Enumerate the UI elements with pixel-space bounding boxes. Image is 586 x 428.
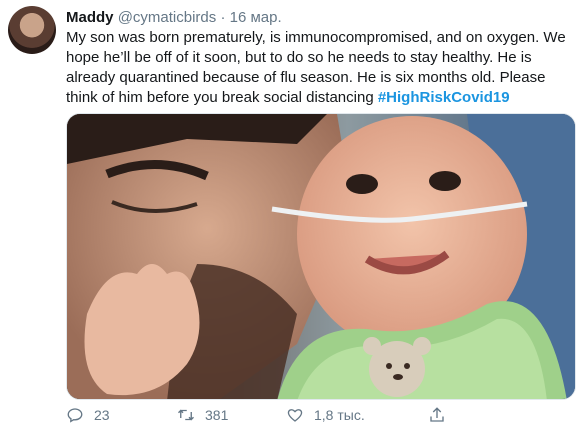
avatar[interactable] <box>8 6 56 54</box>
share-button[interactable] <box>428 405 468 425</box>
share-icon <box>430 407 444 422</box>
reply-count: 23 <box>94 407 110 423</box>
like-icon <box>287 409 303 422</box>
tweet-date[interactable]: 16 мар. <box>230 9 282 26</box>
hashtag-link[interactable]: #HighRiskCovid19 <box>378 89 510 106</box>
retweet-count: 381 <box>205 407 229 423</box>
tweet-text: My son was born prematurely, is immunoco… <box>66 28 576 108</box>
tweet-header: Maddy @cymaticbirds · 16 мар. <box>66 8 282 28</box>
retweet-button[interactable]: 381 <box>177 405 286 425</box>
retweet-icon <box>178 409 194 421</box>
tweet: Maddy @cymaticbirds · 16 мар. My son was… <box>0 0 586 428</box>
tweet-actions: 23 381 1,8 тыс. <box>66 405 506 425</box>
like-button[interactable]: 1,8 тыс. <box>286 405 428 425</box>
author-handle[interactable]: @cymaticbirds <box>118 9 217 26</box>
reply-icon <box>67 408 83 423</box>
photo-illustration <box>67 114 575 399</box>
like-count: 1,8 тыс. <box>314 407 365 423</box>
tweet-photo[interactable] <box>66 113 576 400</box>
author-name[interactable]: Maddy <box>66 9 114 26</box>
reply-button[interactable]: 23 <box>66 405 177 425</box>
separator-dot: · <box>220 9 226 26</box>
